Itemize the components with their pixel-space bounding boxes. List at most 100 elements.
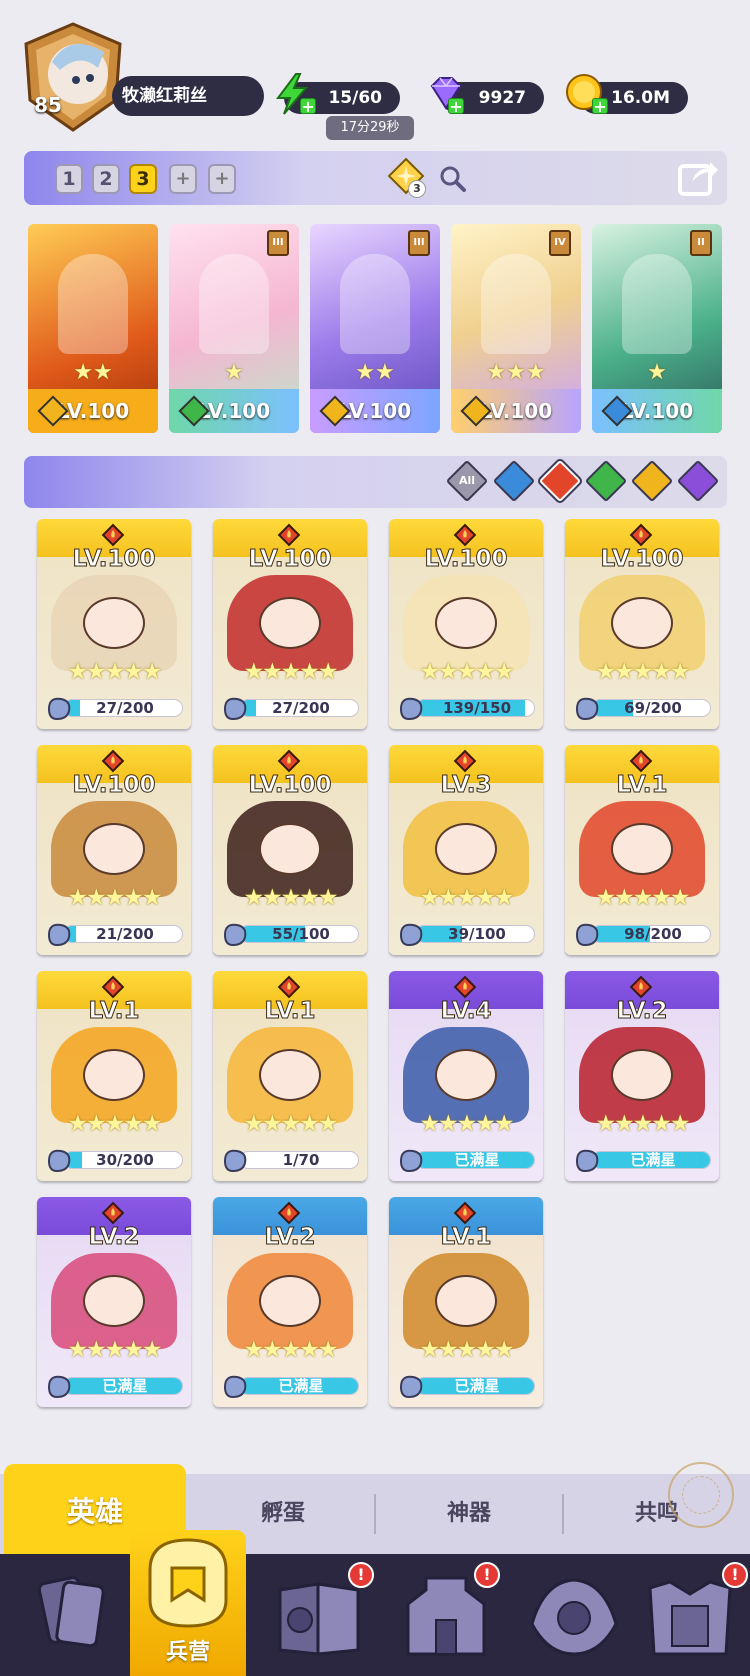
shard-progress: 139/150 (397, 695, 535, 721)
hero-stars: ★ (224, 360, 244, 385)
hero-face (435, 823, 497, 875)
hero-stars: ★★★★★ (67, 1111, 162, 1137)
player-name[interactable]: 牧濑红莉丝 (112, 76, 264, 116)
hero-face (83, 823, 145, 875)
hero-stars: ★★★★★ (419, 1337, 514, 1363)
energy-value: 15/60 (328, 88, 382, 108)
hero-level: LV.4 (440, 998, 492, 1025)
floating-assist-button[interactable] (668, 1462, 734, 1528)
fire-element-icon (277, 1201, 301, 1225)
formation-icon[interactable]: 3 (386, 157, 426, 198)
add-team-button-2[interactable]: + (208, 164, 236, 194)
hero-card[interactable]: LV.100 ★★★★★ 21/200 (37, 745, 191, 955)
formation-count: 3 (408, 180, 426, 198)
fire-element-icon (453, 749, 477, 773)
share-icon[interactable] (676, 156, 720, 198)
hero-shard-icon (45, 921, 73, 947)
tab-artifacts[interactable]: 神器 (376, 1474, 562, 1554)
hero-shard-icon (221, 921, 249, 947)
shard-progress: 21/200 (45, 921, 183, 947)
hero-card[interactable]: LV.100 ★★★★★ 55/100 (213, 745, 367, 955)
hero-face (259, 823, 321, 875)
add-gems-button[interactable]: + (448, 98, 464, 115)
hero-portrait (622, 254, 692, 354)
shard-progress: 98/200 (573, 923, 711, 947)
lineup-hero-card[interactable]: IV ★★★ LV.100 (451, 224, 581, 433)
shard-progress: 27/200 (45, 697, 183, 721)
search-icon[interactable] (438, 164, 468, 194)
hero-card[interactable]: LV.3 ★★★★★ 39/100 (389, 745, 543, 955)
lineup-hero-card[interactable]: II ★ LV.100 (592, 224, 722, 433)
hero-shard-icon (221, 695, 249, 721)
nav-castle[interactable]: ! (386, 1554, 506, 1676)
hero-stars: ★★★★★ (595, 659, 690, 685)
hero-stars: ★★★★★ (67, 659, 162, 685)
energy-timer: 17分29秒 (326, 116, 414, 140)
shard-progress: 已满星 (221, 1375, 359, 1399)
hero-stars: ★★★★★ (243, 1337, 338, 1363)
nav-gear[interactable]: ! (630, 1554, 750, 1676)
hero-face (435, 1275, 497, 1327)
nav-barracks[interactable]: 兵营 (130, 1530, 246, 1676)
hero-stars: ★★★★★ (67, 885, 162, 911)
team-tab-3[interactable]: 3 (129, 164, 157, 194)
hero-portrait (58, 254, 128, 354)
shard-progress: 39/100 (397, 921, 535, 947)
add-team-button-1[interactable]: + (169, 164, 197, 194)
hero-level: LV.2 (616, 998, 668, 1025)
lineup-hero-card[interactable]: III ★ LV.100 (169, 224, 299, 433)
rank-badge: III (408, 230, 430, 256)
lineup-hero-card[interactable]: ★★ LV.100 (28, 224, 158, 433)
hero-card[interactable]: LV.1 ★★★★★ 1/70 (213, 971, 367, 1181)
nav-summon[interactable] (514, 1554, 634, 1676)
rank-badge: IV (549, 230, 571, 256)
hero-shard-icon (397, 695, 425, 721)
team-tab-1[interactable]: 1 (55, 164, 83, 194)
fire-element-icon (453, 1201, 477, 1225)
hero-card[interactable]: LV.2 ★★★★★ 已满星 (565, 971, 719, 1181)
hero-stars: ★ (647, 360, 667, 385)
hero-card[interactable]: LV.2 ★★★★★ 已满星 (213, 1197, 367, 1407)
hero-level: LV.100 (424, 546, 508, 573)
hero-face (83, 1049, 145, 1101)
fire-element-icon (101, 749, 125, 773)
fire-element-icon (277, 749, 301, 773)
hero-card[interactable]: LV.1 ★★★★★ 30/200 (37, 971, 191, 1181)
fire-element-icon (277, 523, 301, 547)
add-gold-button[interactable]: + (592, 98, 608, 115)
hero-stars: ★★★★★ (243, 659, 338, 685)
hero-face (259, 597, 321, 649)
hero-card[interactable]: LV.100 ★★★★★ 69/200 (565, 519, 719, 729)
add-energy-button[interactable]: + (300, 98, 316, 115)
hero-card[interactable]: LV.100 ★★★★★ 27/200 (37, 519, 191, 729)
hero-card[interactable]: LV.1 ★★★★★ 98/200 (565, 745, 719, 955)
progress-text: 已满星 (630, 1151, 676, 1169)
hero-level: LV.2 (88, 1224, 140, 1251)
hero-shard-icon (573, 695, 601, 721)
hero-card[interactable]: LV.1 ★★★★★ 已满星 (389, 1197, 543, 1407)
nav-cards[interactable] (10, 1554, 130, 1676)
hero-card[interactable]: LV.4 ★★★★★ 已满星 (389, 971, 543, 1181)
hero-card[interactable]: LV.100 ★★★★★ 139/150 (389, 519, 543, 729)
hero-level: LV.100 (72, 546, 156, 573)
fire-element-icon (629, 975, 653, 999)
progress-text: 139/150 (442, 699, 512, 717)
hero-face (83, 1275, 145, 1327)
lineup-hero-card[interactable]: III ★★ LV.100 (310, 224, 440, 433)
hero-card[interactable]: LV.2 ★★★★★ 已满星 (37, 1197, 191, 1407)
hero-level: LV.1 (616, 772, 668, 799)
hero-shard-icon (397, 921, 425, 947)
hero-level: LV.1 (264, 998, 316, 1025)
shard-progress: 30/200 (45, 1149, 183, 1173)
fire-element-icon (629, 749, 653, 773)
hero-shard-icon (221, 1147, 249, 1173)
progress-text: 已满星 (102, 1377, 148, 1395)
progress-text: 69/200 (624, 699, 682, 717)
hero-stars: ★★★★★ (419, 659, 514, 685)
barracks-icon (148, 1538, 228, 1628)
progress-text: 30/200 (96, 1151, 154, 1169)
hero-level: LV.100 (248, 772, 332, 799)
team-tab-2[interactable]: 2 (92, 164, 120, 194)
hero-card[interactable]: LV.100 ★★★★★ 27/200 (213, 519, 367, 729)
nav-journal[interactable]: ! (260, 1554, 380, 1676)
